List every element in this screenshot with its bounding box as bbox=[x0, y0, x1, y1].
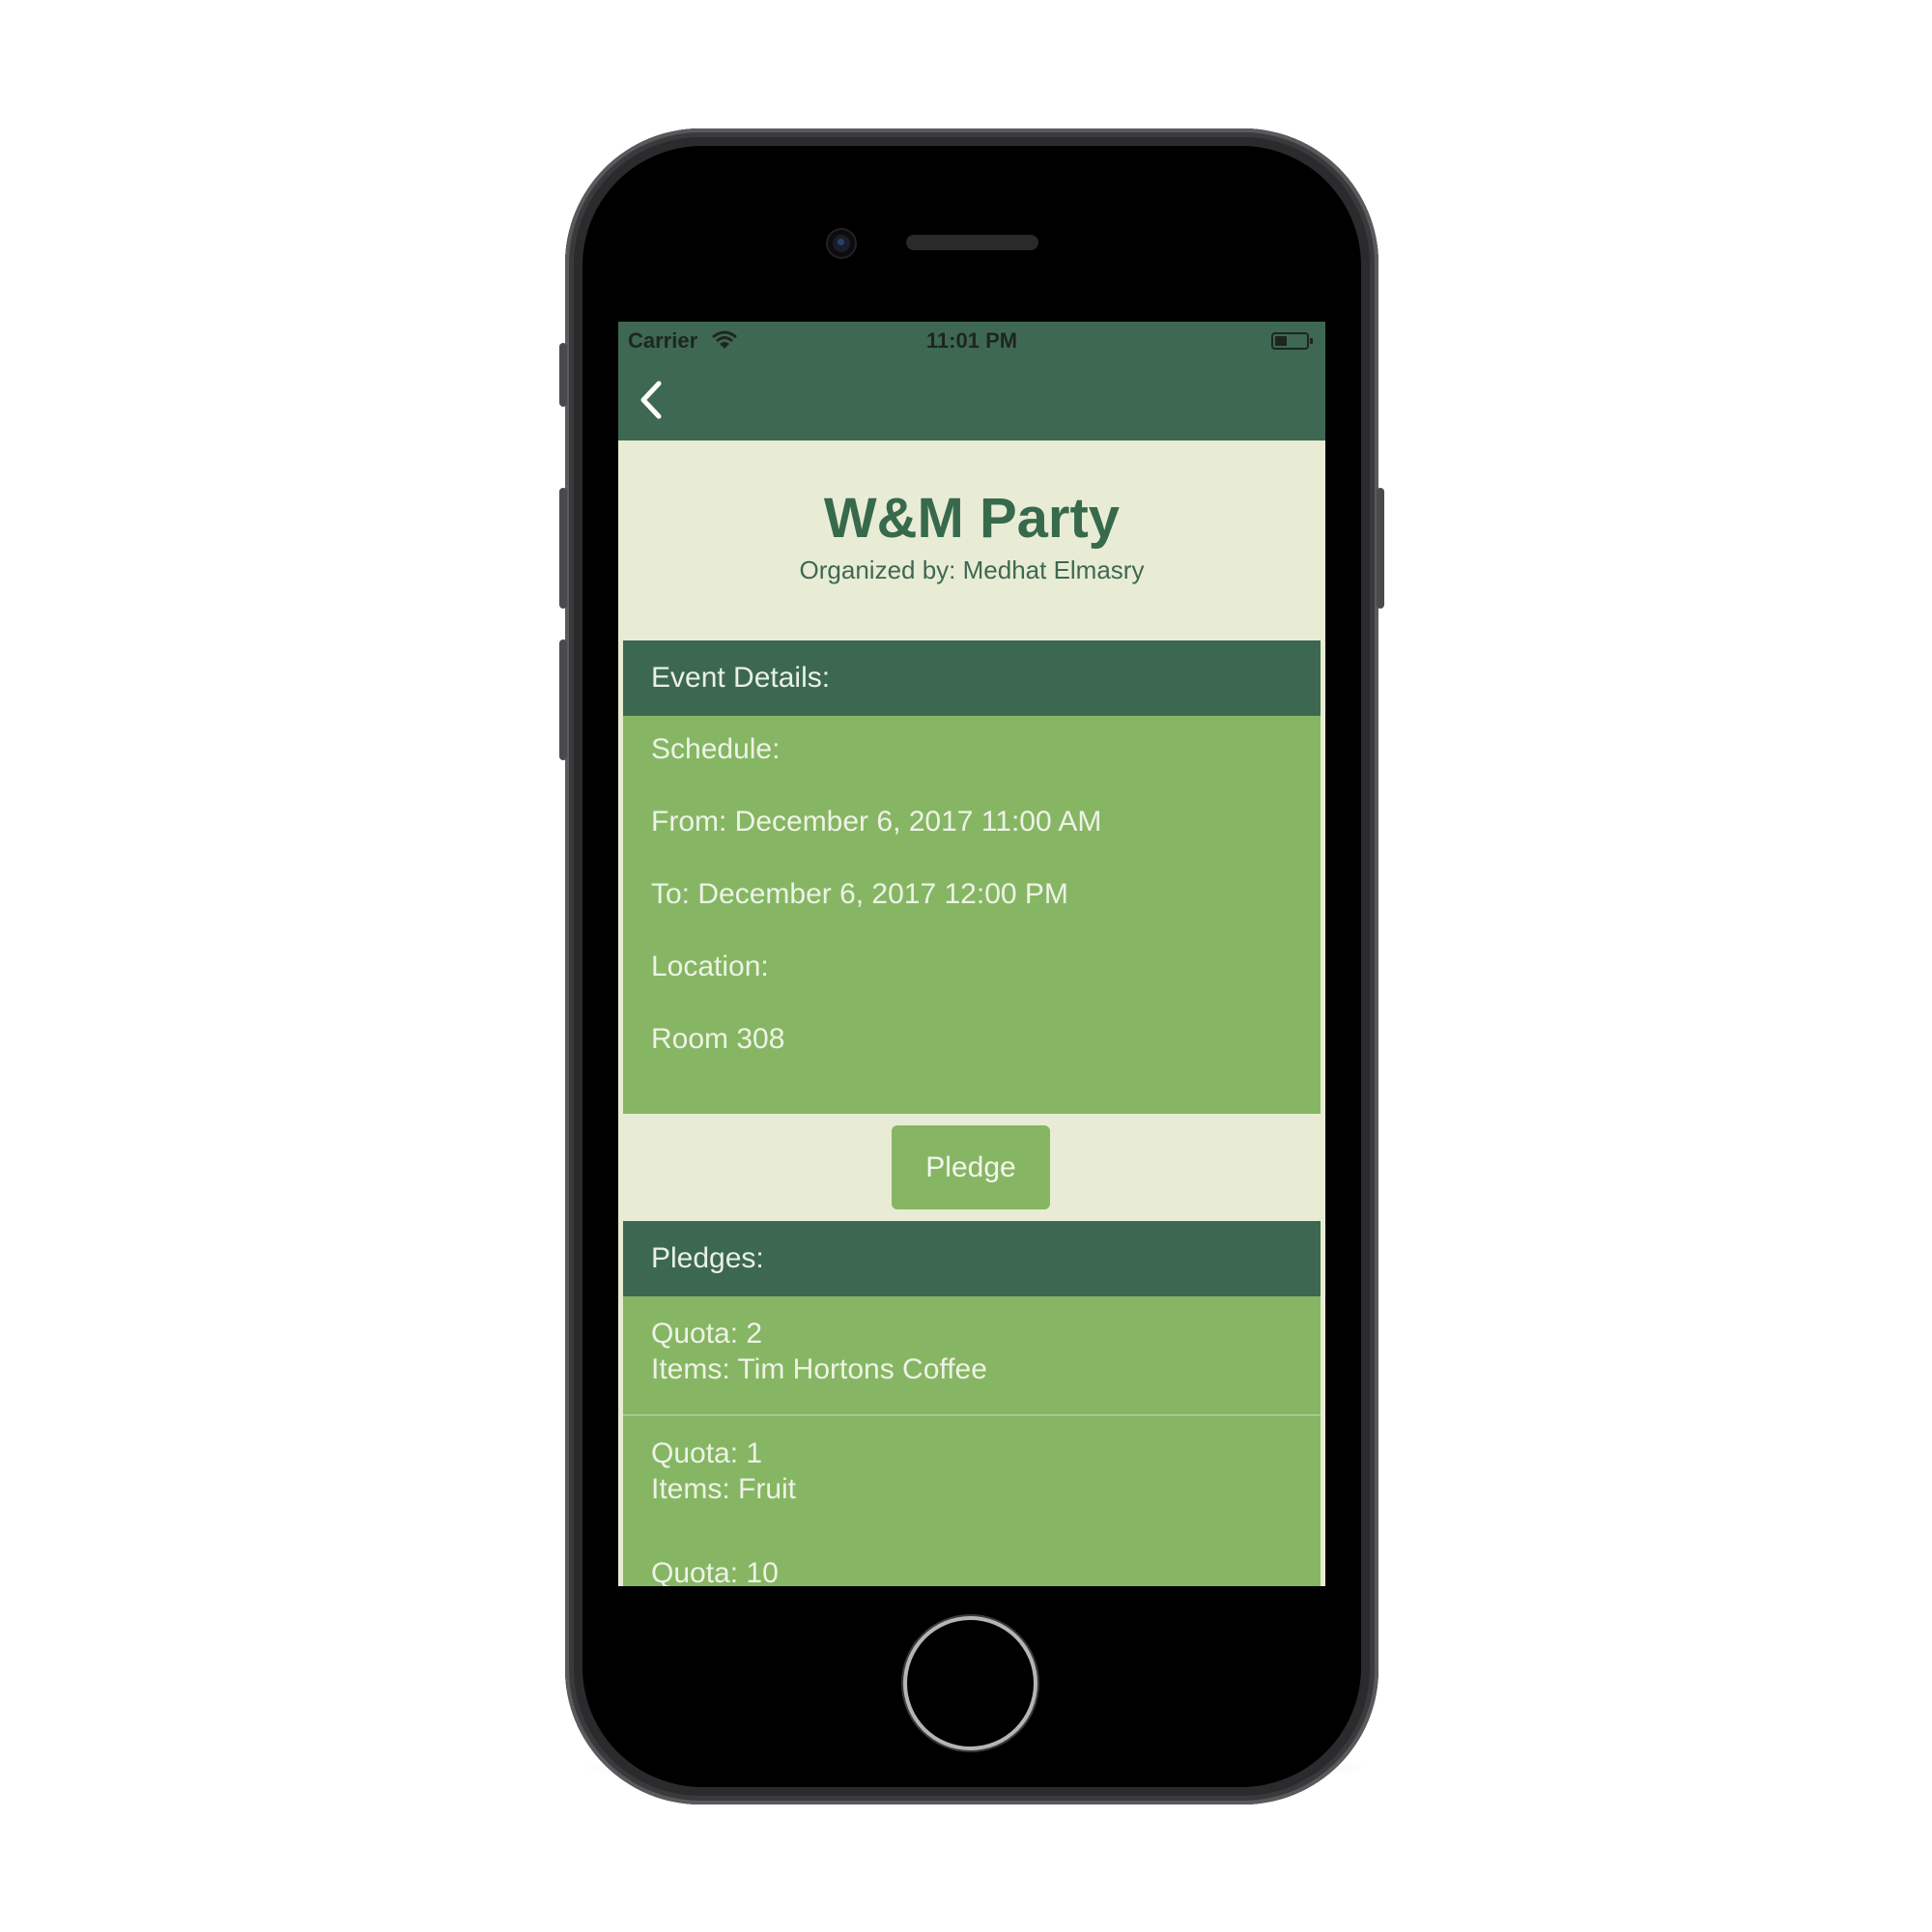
pledges-card: Pledges: Quota: 2 Items: Tim Hortons Cof… bbox=[623, 1221, 1321, 1586]
status-time: 11:01 PM bbox=[925, 328, 1018, 353]
pledge-items: Items: Tim Hortons Coffee bbox=[651, 1353, 987, 1385]
pledges-header: Pledges: bbox=[623, 1221, 1321, 1296]
navigation-bar bbox=[618, 360, 1325, 440]
battery-icon bbox=[1271, 332, 1313, 350]
volume-up-button bbox=[559, 488, 567, 609]
volume-down-button bbox=[559, 639, 567, 760]
pledge-quota: Quota: 1 bbox=[651, 1437, 763, 1469]
event-organizer: Organized by: Medhat Elmasry bbox=[799, 555, 1145, 584]
mute-switch bbox=[559, 343, 567, 407]
schedule-label: Schedule: bbox=[651, 733, 781, 765]
status-bar: Carrier 11:01 PM bbox=[618, 322, 1325, 360]
power-button bbox=[1377, 488, 1384, 609]
location-value: Room 308 bbox=[651, 1023, 785, 1055]
back-chevron-icon[interactable] bbox=[630, 372, 676, 428]
event-details-header: Event Details: bbox=[623, 640, 1321, 716]
front-camera bbox=[828, 230, 855, 257]
schedule-to: To: December 6, 2017 12:00 PM bbox=[651, 878, 1068, 910]
pledge-quota: Quota: 10 bbox=[651, 1557, 779, 1586]
app-screen: Carrier 11:01 PM W&M Party Organized by:… bbox=[618, 322, 1325, 1586]
home-button[interactable] bbox=[907, 1620, 1034, 1747]
event-details-card: Event Details: Schedule: From: December … bbox=[623, 640, 1321, 1114]
event-title: W&M Party bbox=[823, 487, 1121, 550]
pledge-items: Items: Fruit bbox=[651, 1473, 797, 1505]
pledge-button[interactable]: Pledge bbox=[892, 1125, 1050, 1209]
location-label: Location: bbox=[651, 951, 769, 982]
schedule-from: From: December 6, 2017 11:00 AM bbox=[651, 806, 1102, 838]
list-divider bbox=[623, 1414, 1321, 1416]
earpiece-speaker bbox=[906, 235, 1038, 250]
pledge-quota: Quota: 2 bbox=[651, 1318, 763, 1350]
